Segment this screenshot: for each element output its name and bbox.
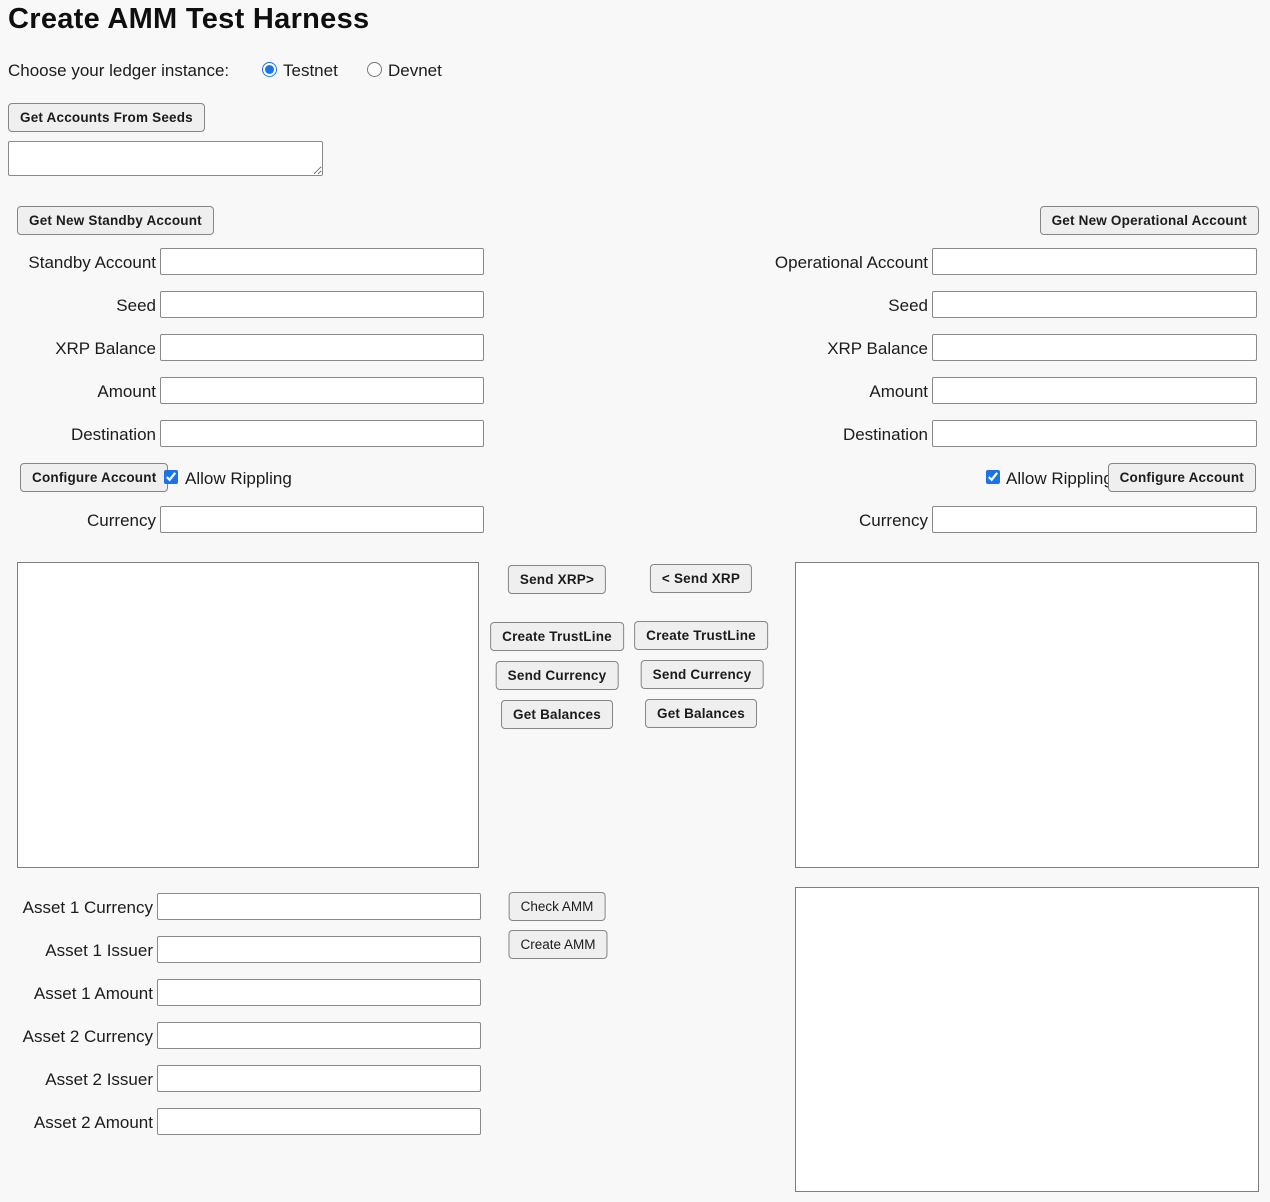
asset2-issuer-input[interactable] bbox=[157, 1065, 481, 1092]
operational-send-currency-button[interactable]: Send Currency bbox=[641, 660, 764, 689]
ledger-radio-devnet[interactable] bbox=[367, 62, 382, 77]
asset1-amount-input[interactable] bbox=[157, 979, 481, 1006]
get-new-standby-account-button[interactable]: Get New Standby Account bbox=[17, 206, 214, 235]
asset2-amount-label: Asset 2 Amount bbox=[0, 1113, 153, 1132]
operational-seed-input[interactable] bbox=[932, 291, 1257, 318]
amm-results-area[interactable] bbox=[795, 887, 1259, 1192]
asset2-currency-label: Asset 2 Currency bbox=[0, 1027, 153, 1046]
asset2-issuer-label: Asset 2 Issuer bbox=[0, 1070, 153, 1089]
standby-seed-label: Seed bbox=[0, 296, 156, 315]
standby-send-currency-button[interactable]: Send Currency bbox=[496, 661, 619, 690]
get-new-operational-account-button[interactable]: Get New Operational Account bbox=[1040, 206, 1259, 235]
ledger-instance-label: Choose your ledger instance: bbox=[8, 61, 229, 80]
standby-account-input[interactable] bbox=[160, 248, 484, 275]
asset2-currency-input[interactable] bbox=[157, 1022, 481, 1049]
standby-seed-input[interactable] bbox=[160, 291, 484, 318]
operational-destination-input[interactable] bbox=[932, 420, 1257, 447]
standby-amount-input[interactable] bbox=[160, 377, 484, 404]
operational-currency-input[interactable] bbox=[932, 506, 1257, 533]
asset1-amount-label: Asset 1 Amount bbox=[0, 984, 153, 1003]
operational-amount-input[interactable] bbox=[932, 377, 1257, 404]
standby-configure-account-button[interactable]: Configure Account bbox=[20, 463, 168, 492]
standby-xrp-balance-input[interactable] bbox=[160, 334, 484, 361]
standby-amount-label: Amount bbox=[0, 382, 156, 401]
get-accounts-from-seeds-button[interactable]: Get Accounts From Seeds bbox=[8, 103, 205, 132]
standby-currency-label: Currency bbox=[0, 511, 156, 530]
operational-account-label: Operational Account bbox=[628, 253, 928, 272]
asset2-amount-input[interactable] bbox=[157, 1108, 481, 1135]
standby-currency-input[interactable] bbox=[160, 506, 484, 533]
send-xrp-to-standby-button[interactable]: < Send XRP bbox=[650, 564, 752, 593]
standby-account-label: Standby Account bbox=[0, 253, 156, 272]
standby-allow-rippling-label: Allow Rippling bbox=[185, 469, 292, 488]
standby-allow-rippling-checkbox[interactable] bbox=[164, 470, 178, 484]
asset1-issuer-input[interactable] bbox=[157, 936, 481, 963]
operational-destination-label: Destination bbox=[628, 425, 928, 444]
operational-xrp-balance-label: XRP Balance bbox=[628, 339, 928, 358]
operational-results-area[interactable] bbox=[795, 562, 1259, 868]
asset1-currency-label: Asset 1 Currency bbox=[0, 898, 153, 917]
standby-create-trustline-button[interactable]: Create TrustLine bbox=[490, 622, 624, 651]
operational-account-input[interactable] bbox=[932, 248, 1257, 275]
check-amm-button[interactable]: Check AMM bbox=[509, 892, 606, 921]
operational-get-balances-button[interactable]: Get Balances bbox=[645, 699, 757, 728]
operational-seed-label: Seed bbox=[628, 296, 928, 315]
standby-xrp-balance-label: XRP Balance bbox=[0, 339, 156, 358]
operational-currency-label: Currency bbox=[628, 511, 928, 530]
ledger-option-label-testnet: Testnet bbox=[283, 61, 338, 80]
page-title: Create AMM Test Harness bbox=[8, 3, 369, 36]
operational-xrp-balance-input[interactable] bbox=[932, 334, 1257, 361]
standby-get-balances-button[interactable]: Get Balances bbox=[501, 700, 613, 729]
create-amm-button[interactable]: Create AMM bbox=[508, 930, 607, 959]
standby-destination-label: Destination bbox=[0, 425, 156, 444]
asset1-currency-input[interactable] bbox=[157, 893, 481, 920]
standby-results-area[interactable] bbox=[17, 562, 479, 868]
ledger-radio-testnet[interactable] bbox=[262, 62, 277, 77]
amm-test-harness-page: Create AMM Test Harness Choose your ledg… bbox=[0, 0, 1270, 1202]
operational-configure-account-button[interactable]: Configure Account bbox=[1108, 463, 1256, 492]
operational-allow-rippling-label: Allow Rippling bbox=[1006, 469, 1113, 488]
operational-create-trustline-button[interactable]: Create TrustLine bbox=[634, 621, 768, 650]
send-xrp-to-operational-button[interactable]: Send XRP> bbox=[508, 565, 606, 594]
seeds-textarea[interactable] bbox=[8, 141, 323, 176]
asset1-issuer-label: Asset 1 Issuer bbox=[0, 941, 153, 960]
operational-amount-label: Amount bbox=[628, 382, 928, 401]
standby-destination-input[interactable] bbox=[160, 420, 484, 447]
ledger-option-label-devnet: Devnet bbox=[388, 61, 442, 80]
operational-allow-rippling-checkbox[interactable] bbox=[986, 470, 1000, 484]
